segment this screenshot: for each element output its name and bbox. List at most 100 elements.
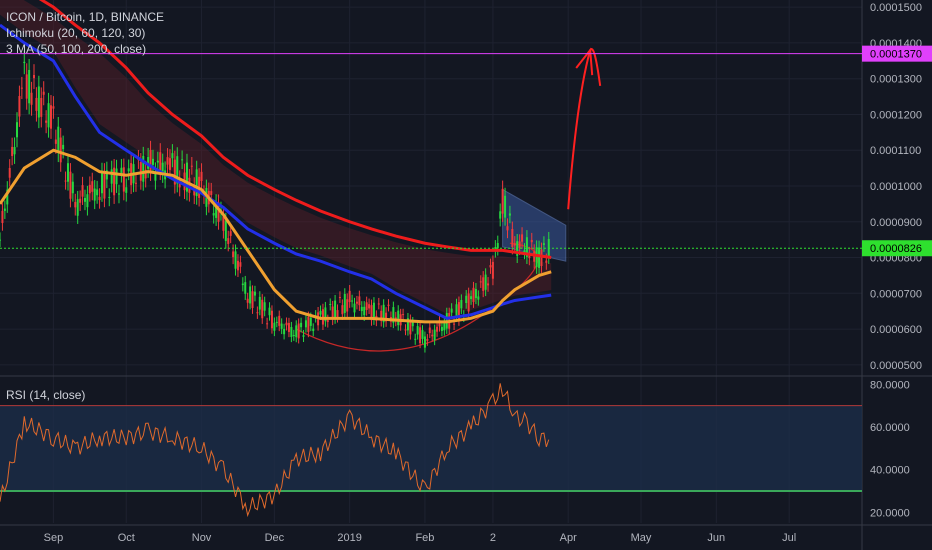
candle-body [300, 322, 303, 328]
candle-body [81, 185, 84, 197]
candle-body [40, 97, 43, 117]
candle-body [115, 168, 118, 185]
candle-body [113, 167, 116, 196]
symbol-title[interactable]: ICON / Bitcoin, 1D, BINANCE [6, 9, 164, 25]
candle-body [37, 86, 40, 118]
candle-body [460, 299, 463, 309]
candle-body [455, 304, 458, 317]
candle-body [334, 300, 337, 319]
time-tick-label: Feb [415, 532, 434, 544]
candle-body [15, 122, 18, 138]
time-tick-label: Apr [560, 532, 577, 544]
candle-body [411, 322, 414, 327]
candle-body [302, 335, 305, 337]
candle-body [538, 247, 541, 268]
candle-body [372, 302, 375, 320]
price-tick-label: 0.0001200 [870, 109, 922, 121]
candle-body [266, 323, 269, 325]
candle-body [110, 169, 113, 184]
candle-body [166, 157, 169, 165]
legend: ICON / Bitcoin, 1D, BINANCE Ichimoku (20… [6, 9, 164, 57]
candle-body [127, 168, 130, 172]
candle-body [1, 210, 4, 224]
price-tick-label: 0.0001500 [870, 2, 922, 14]
candle-body [8, 167, 11, 178]
candle-body [11, 146, 14, 156]
candle-body [232, 251, 235, 258]
candle-body [436, 326, 439, 332]
candle-body [91, 181, 94, 192]
candle-body [42, 91, 45, 95]
candle-body [377, 303, 380, 305]
candle-body [470, 296, 473, 300]
candle-body [181, 159, 184, 161]
candle-body [453, 323, 456, 325]
candle-body [472, 287, 475, 302]
candle-body [506, 226, 509, 231]
candle-body [76, 199, 79, 216]
candle-body [18, 96, 21, 117]
candle-body [69, 171, 72, 199]
candle-body [66, 163, 69, 182]
candle-body [278, 315, 281, 326]
candle-body [168, 158, 171, 170]
candle-body [134, 182, 137, 184]
candle-body [117, 193, 120, 195]
candle-body [256, 312, 259, 314]
candle-body [149, 149, 152, 172]
candle-body [440, 327, 443, 331]
price-tick-label: 0.0001300 [870, 74, 922, 86]
candle-body [353, 303, 356, 313]
candle-body [0, 239, 1, 241]
candle-body [465, 295, 468, 304]
time-tick-label: Sep [44, 532, 64, 544]
candle-body [329, 303, 332, 305]
candle-body [273, 322, 276, 331]
projection-arrow [567, 47, 602, 210]
candle-body [358, 296, 361, 306]
candle-body [545, 260, 548, 263]
candle-body [523, 250, 526, 253]
time-tick-label: May [631, 532, 652, 544]
rsi-tick-label: 60.0000 [870, 422, 910, 434]
candle-body [93, 188, 96, 201]
candle-body [508, 213, 511, 216]
candle-body [530, 239, 533, 243]
candle-body [287, 322, 290, 332]
price-chart[interactable]: 0.00015000.00014000.00013000.00012000.00… [0, 0, 932, 550]
candle-body [414, 338, 417, 340]
rsi-legend[interactable]: RSI (14, close) [6, 388, 85, 402]
candle-body [501, 188, 504, 214]
candle-body [404, 329, 407, 331]
candle-body [511, 228, 514, 247]
candle-body [540, 249, 543, 266]
candle-body [338, 296, 341, 298]
candle-body [108, 196, 111, 198]
candle-body [542, 243, 545, 245]
candle-body [79, 198, 82, 203]
candle-body [120, 167, 123, 174]
candle-body [450, 308, 453, 313]
candle-body [71, 181, 74, 194]
candle-body [156, 160, 159, 163]
price-tick-label: 0.0000500 [870, 360, 922, 372]
candle-body [62, 144, 65, 150]
ma-legend[interactable]: 3 MA (50, 100, 200, close) [6, 41, 164, 57]
candle-body [467, 293, 470, 312]
candle-body [421, 330, 424, 339]
candle-body [312, 328, 315, 331]
candle-body [236, 260, 239, 271]
candle-body [246, 298, 249, 303]
ichimoku-legend[interactable]: Ichimoku (20, 60, 120, 30) [6, 25, 164, 41]
candle-body [292, 334, 295, 336]
candle-body [74, 201, 77, 208]
time-tick-label: Dec [265, 532, 285, 544]
candle-body [295, 325, 298, 338]
candle-body [210, 191, 213, 196]
candle-body [86, 194, 89, 208]
price-tick-label: 0.0001000 [870, 181, 922, 193]
time-tick-label: 2019 [337, 532, 361, 544]
candle-body [125, 187, 128, 193]
candle-body [355, 301, 358, 304]
candle-body [100, 171, 103, 194]
